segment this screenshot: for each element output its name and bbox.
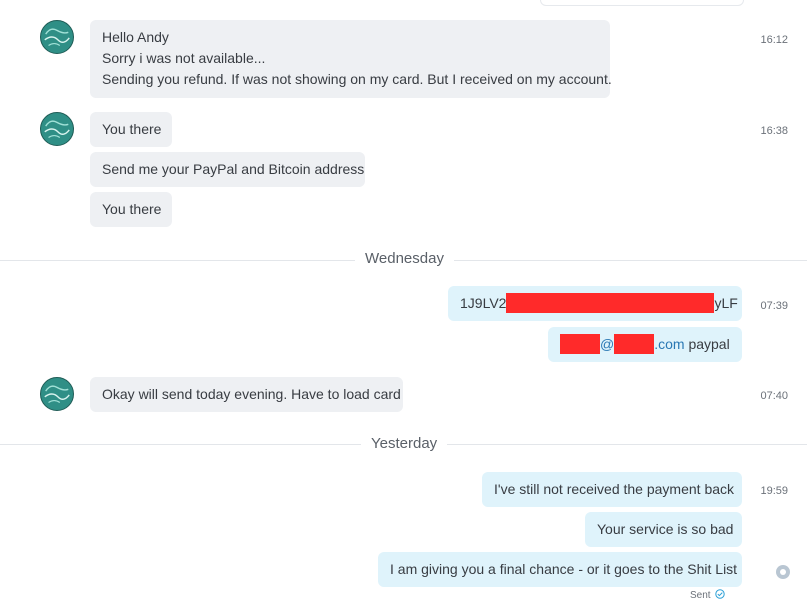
message-text: paypal: [684, 336, 730, 352]
email-link[interactable]: .com: [654, 336, 684, 352]
message-bubble[interactable]: You there: [90, 192, 172, 227]
message-bubble[interactable]: I've still not received the payment back: [482, 472, 742, 507]
day-label: Yesterday: [361, 435, 448, 452]
redaction-block: [614, 334, 655, 355]
message-bubble[interactable]: Okay will send today evening. Have to lo…: [90, 377, 403, 412]
message-line: Sorry i was not available...: [102, 50, 266, 66]
contact-avatar-icon[interactable]: [40, 20, 74, 54]
contact-avatar-icon[interactable]: [40, 377, 74, 411]
message-time: 07:40: [760, 390, 788, 402]
message-text: 1J9LV2: [460, 295, 507, 311]
message-time: 19:59: [760, 485, 788, 497]
previous-message-edge: [540, 0, 744, 6]
email-link[interactable]: @: [600, 336, 614, 352]
sent-label: Sent: [690, 590, 711, 601]
message-time: 16:12: [760, 34, 788, 46]
message-line: Sending you refund. If was not showing o…: [102, 71, 612, 87]
day-label: Wednesday: [355, 250, 454, 267]
message-bubble[interactable]: You there: [90, 112, 172, 147]
message-bubble[interactable]: Send me your PayPal and Bitcoin address: [90, 152, 365, 187]
message-bubble[interactable]: Your service is so bad: [585, 512, 742, 547]
message-time: 07:39: [760, 300, 788, 312]
message-bubble[interactable]: Hello Andy Sorry i was not available... …: [90, 20, 612, 98]
check-circle-icon: [715, 589, 726, 599]
sent-status: Sent: [690, 589, 726, 603]
redaction-block: [506, 293, 715, 314]
message-text: yLF: [714, 295, 738, 311]
message-line: Hello Andy: [102, 29, 169, 45]
message-time: 16:38: [760, 125, 788, 137]
message-bubble[interactable]: I am giving you a final chance - or it g…: [378, 552, 742, 587]
status-dot-icon[interactable]: [776, 565, 790, 579]
contact-avatar-icon[interactable]: [40, 112, 74, 146]
redaction-block: [560, 334, 600, 355]
message-bubble[interactable]: @ .com paypal: [548, 327, 742, 362]
message-bubble[interactable]: 1J9LV2 yLF: [448, 286, 742, 321]
